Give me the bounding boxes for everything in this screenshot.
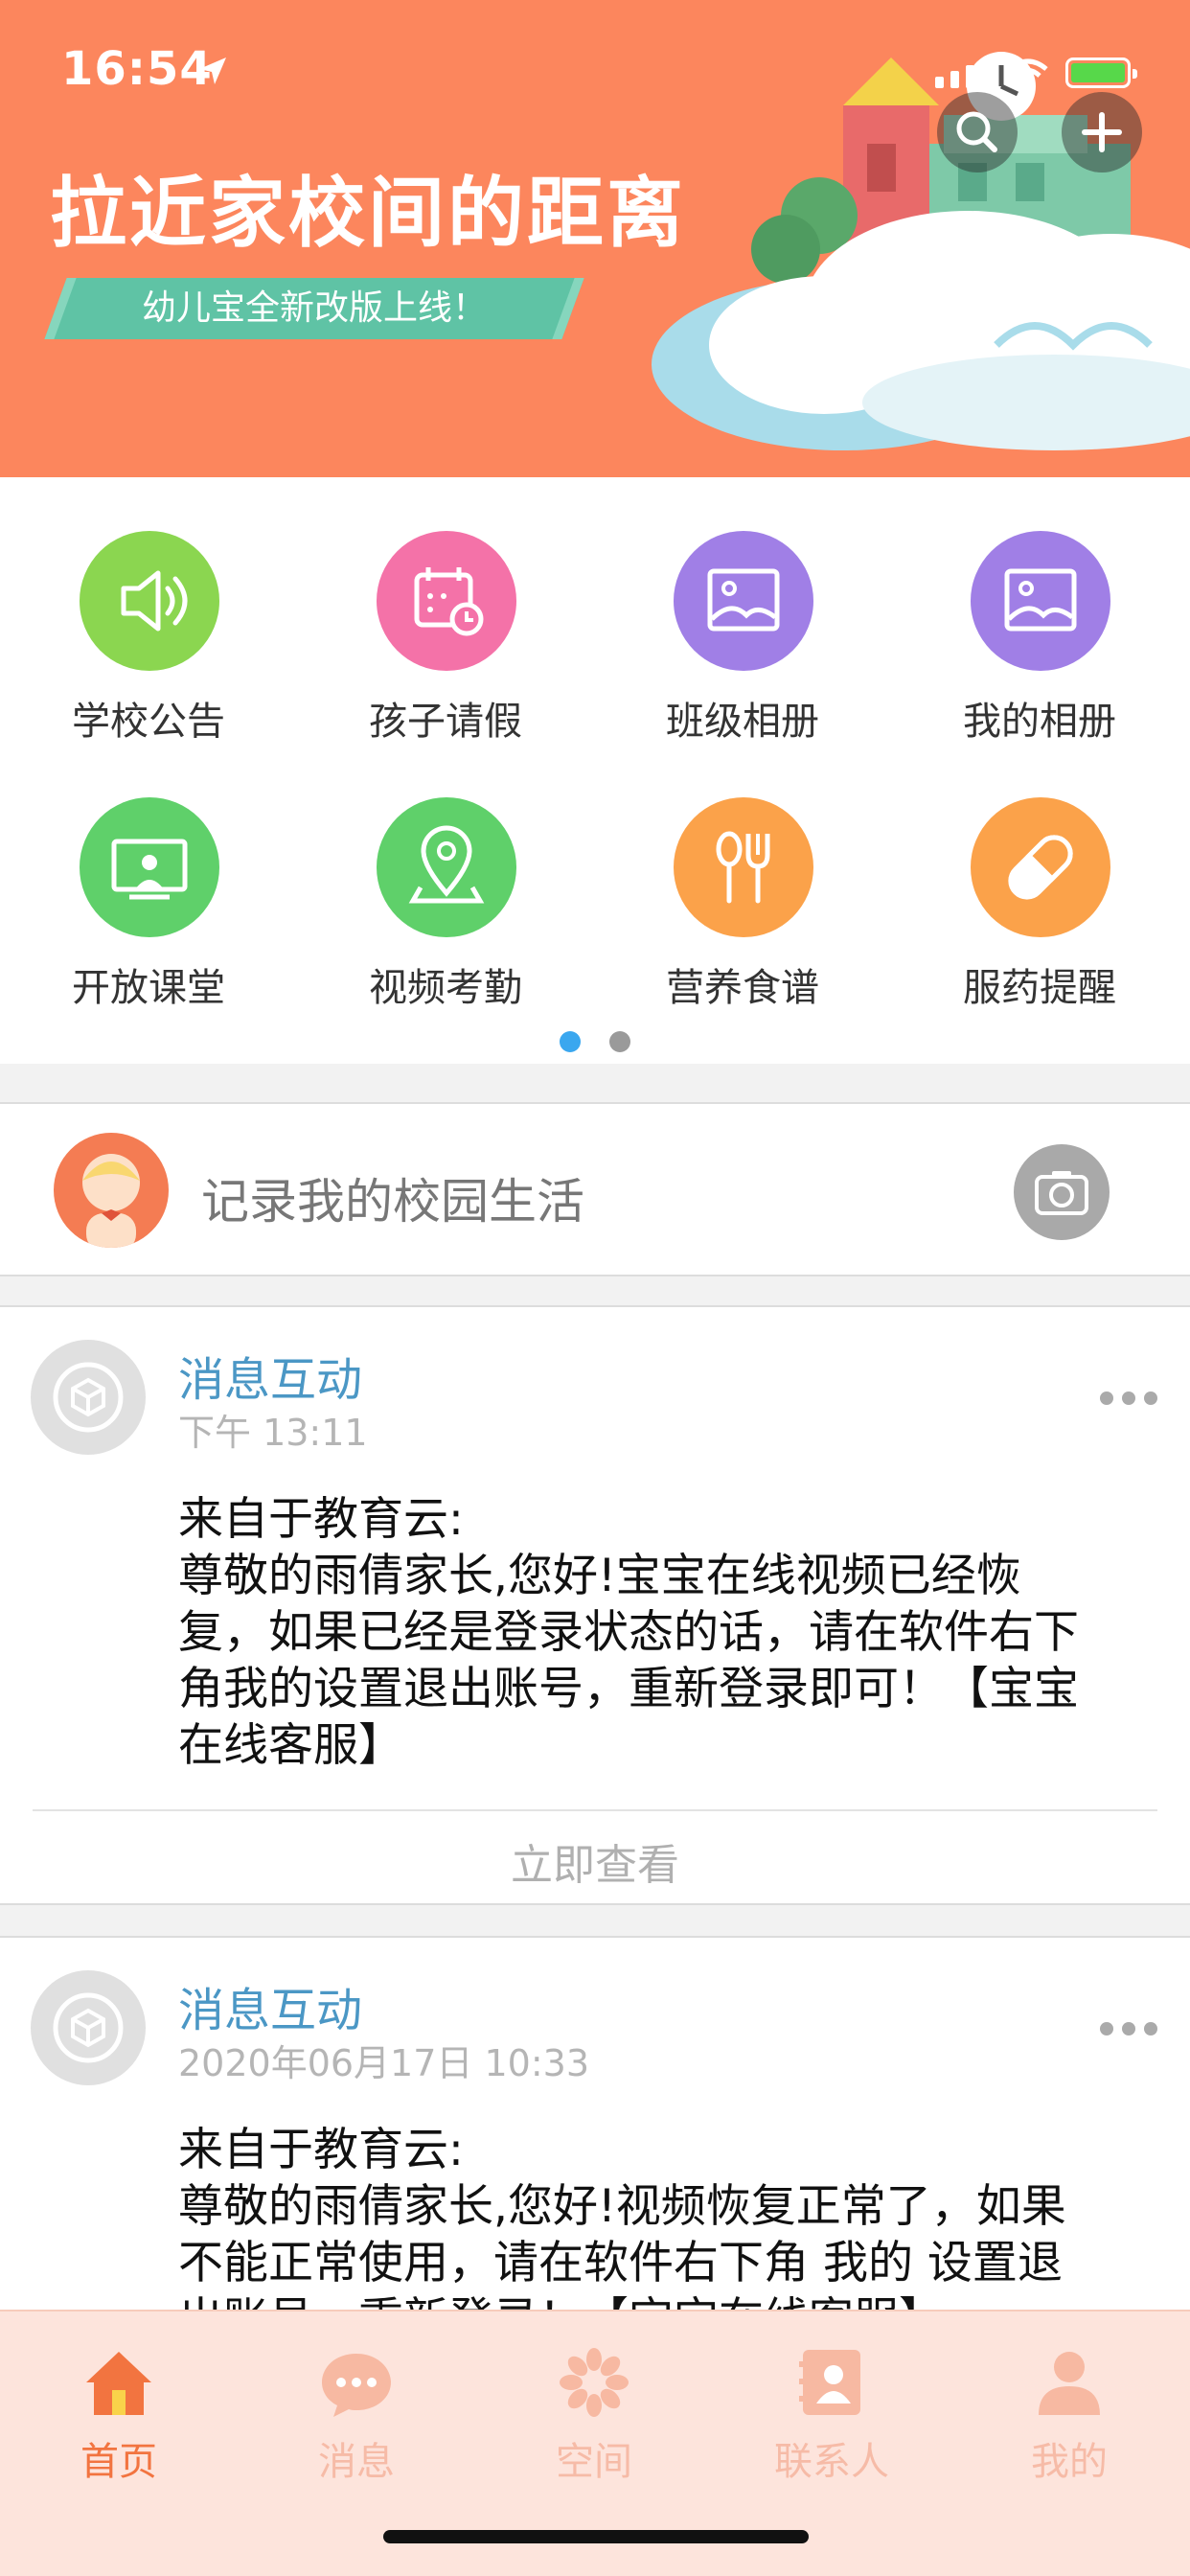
card-title: 消息互动 — [178, 1984, 363, 2037]
tab-label: 首页 — [80, 2440, 157, 2484]
home-indicator[interactable] — [383, 2530, 809, 2543]
grid-item-child-leave[interactable]: 孩子请假 — [297, 477, 594, 744]
card-time: 下午 13:11 — [178, 1412, 368, 1454]
tab-contacts[interactable]: 联系人 — [713, 2334, 950, 2488]
location-arrow-icon — [199, 58, 226, 84]
tab-label: 我的 — [1031, 2440, 1108, 2484]
card-body-line: 角我的设置退出账号，重新登录即可！【宝宝 — [178, 1663, 1079, 1715]
record-campus-life-bar[interactable]: 记录我的校园生活 — [0, 1102, 1190, 1276]
grid-item-label: 服药提醒 — [963, 966, 1116, 1010]
grid-item-label: 营养食谱 — [666, 966, 819, 1010]
location-pin-icon — [377, 797, 516, 937]
more-options-icon[interactable] — [1100, 1392, 1157, 1405]
page-dot[interactable] — [609, 1031, 630, 1052]
message-avatar — [31, 1970, 146, 2085]
girl-avatar-icon — [82, 1154, 140, 1248]
grid-item-label: 视频考勤 — [369, 966, 522, 1010]
feed-card[interactable]: 消息互动 下午 13:11 来自于教育云: 尊敬的雨倩家长,您好!宝宝在线视频已… — [0, 1305, 1190, 1905]
spoon-fork-icon — [674, 797, 813, 937]
tab-label: 消息 — [318, 2440, 395, 2484]
grid-item-label: 孩子请假 — [369, 700, 522, 744]
camera-button[interactable] — [1014, 1144, 1110, 1240]
card-body-line: 复，如果已经是登录状态的话，请在软件右下 — [178, 1606, 1079, 1659]
user-avatar[interactable] — [54, 1133, 169, 1248]
card-body-line: 尊敬的雨倩家长,您好!宝宝在线视频已经恢 — [178, 1550, 1021, 1602]
person-icon — [1039, 2352, 1100, 2415]
plus-icon — [1082, 112, 1122, 152]
record-placeholder[interactable]: 记录我的校园生活 — [201, 1163, 584, 1232]
camera-icon — [1035, 1171, 1088, 1215]
grid-item-school-notice[interactable]: 学校公告 — [0, 477, 297, 744]
cellular-signal-icon — [935, 59, 990, 88]
battery-icon — [1065, 58, 1137, 88]
add-button[interactable] — [1062, 92, 1142, 172]
card-body-line: 在线客服】 — [178, 1719, 403, 1772]
view-now-button[interactable]: 立即查看 — [0, 1830, 1190, 1892]
tab-space[interactable]: 空间 — [475, 2334, 713, 2488]
card-body-line: 尊敬的雨倩家长,您好!视频恢复正常了，如果 — [178, 2180, 1066, 2233]
card-body: 来自于教育云: 尊敬的雨倩家长,您好!宝宝在线视频已经恢 复，如果已经是登录状态… — [178, 1491, 1165, 1774]
quick-actions-grid: 学校公告 孩子请假 班级相册 我的相册 开放课堂 视频考勤 营养食谱 服药提醒 — [0, 477, 1190, 1064]
top-banner[interactable]: 16:54 拉近家校间的距离 幼儿宝全新改版上线！ — [0, 0, 1190, 477]
message-avatar — [31, 1340, 146, 1455]
banner-title: 拉近家校间的距离 — [50, 169, 686, 258]
grid-item-label: 班级相册 — [666, 700, 819, 744]
grid-item-label: 学校公告 — [72, 700, 225, 744]
calendar-clock-icon — [377, 531, 516, 671]
page-indicator[interactable] — [0, 1031, 1190, 1052]
card-body-line: 来自于教育云: — [178, 2124, 464, 2176]
speaker-icon — [80, 531, 219, 671]
tab-mine[interactable]: 我的 — [950, 2334, 1188, 2488]
card-time: 2020年06月17日 10:33 — [178, 2042, 590, 2084]
grid-item-nutrition-menu[interactable]: 营养食谱 — [594, 744, 891, 1010]
tab-messages[interactable]: 消息 — [238, 2334, 475, 2488]
search-icon — [956, 111, 997, 152]
grid-item-open-class[interactable]: 开放课堂 — [0, 744, 297, 1010]
photo-icon — [674, 531, 813, 671]
flower-icon — [560, 2348, 629, 2417]
tab-label: 联系人 — [774, 2440, 889, 2484]
more-options-icon[interactable] — [1100, 2022, 1157, 2036]
photo-icon — [971, 531, 1110, 671]
banner-subtitle: 幼儿宝全新改版上线！ — [141, 288, 487, 328]
grid-item-label: 开放课堂 — [72, 966, 225, 1010]
page-dot-active[interactable] — [560, 1031, 581, 1052]
card-divider — [33, 1809, 1157, 1811]
tab-label: 空间 — [556, 2440, 632, 2484]
status-time: 16:54 — [61, 42, 213, 96]
card-body-line: 不能正常使用，请在软件右下角 我的 设置退 — [178, 2237, 1063, 2289]
search-button[interactable] — [937, 92, 1018, 172]
home-icon — [86, 2352, 151, 2415]
feed-card[interactable]: 消息互动 2020年06月17日 10:33 来自于教育云: 尊敬的雨倩家长,您… — [0, 1936, 1190, 2346]
contacts-book-icon — [799, 2350, 860, 2415]
pill-icon — [971, 797, 1110, 937]
card-body-line: 来自于教育云: — [178, 1493, 464, 1546]
grid-item-label: 我的相册 — [963, 700, 1116, 744]
grid-item-medicine-reminder[interactable]: 服药提醒 — [891, 744, 1188, 1010]
chat-bubble-icon — [322, 2354, 391, 2417]
grid-item-class-album[interactable]: 班级相册 — [594, 477, 891, 744]
grid-item-my-album[interactable]: 我的相册 — [891, 477, 1188, 744]
tab-home[interactable]: 首页 — [0, 2334, 238, 2488]
cube-icon — [53, 1362, 124, 1433]
grid-item-video-attendance[interactable]: 视频考勤 — [297, 744, 594, 1010]
cube-icon — [53, 1992, 124, 2063]
card-title: 消息互动 — [178, 1353, 363, 1407]
classroom-screen-icon — [80, 797, 219, 937]
wifi-icon — [1008, 58, 1048, 89]
